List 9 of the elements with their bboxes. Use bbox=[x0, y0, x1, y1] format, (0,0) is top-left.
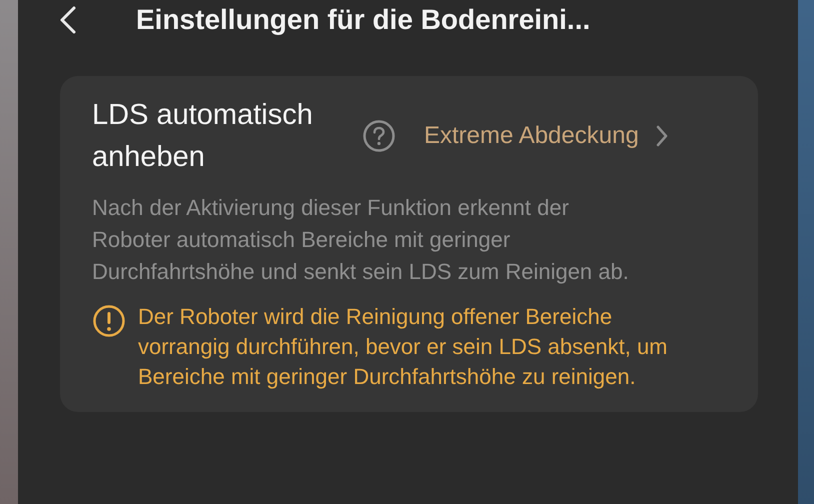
warning-text: Der Roboter wird die Reinigung offener Bereiche vorrangig durchführen, bevor er sein LDS absenkt, um Bereiche mit geringer Durchfahrtshöhe zu reinigen. bbox=[138, 303, 668, 391]
setting-value[interactable]: Extreme Abdeckung bbox=[424, 122, 639, 150]
warning-icon bbox=[92, 304, 126, 338]
screen-title: Einstellungen für die Bodenreini... bbox=[136, 4, 590, 36]
setting-title: LDS automatisch anheben bbox=[92, 98, 314, 175]
chevron-icon[interactable] bbox=[654, 124, 669, 148]
back-icon[interactable] bbox=[58, 5, 78, 35]
setting-description: Nach der Aktivierung dieser Funktion erkennt der Roboter automatisch Bereiche mit geringer Durchfahrtshöhe und senkt sein LDS zum Reinigen ab. bbox=[92, 194, 630, 286]
help-icon[interactable] bbox=[362, 119, 396, 153]
